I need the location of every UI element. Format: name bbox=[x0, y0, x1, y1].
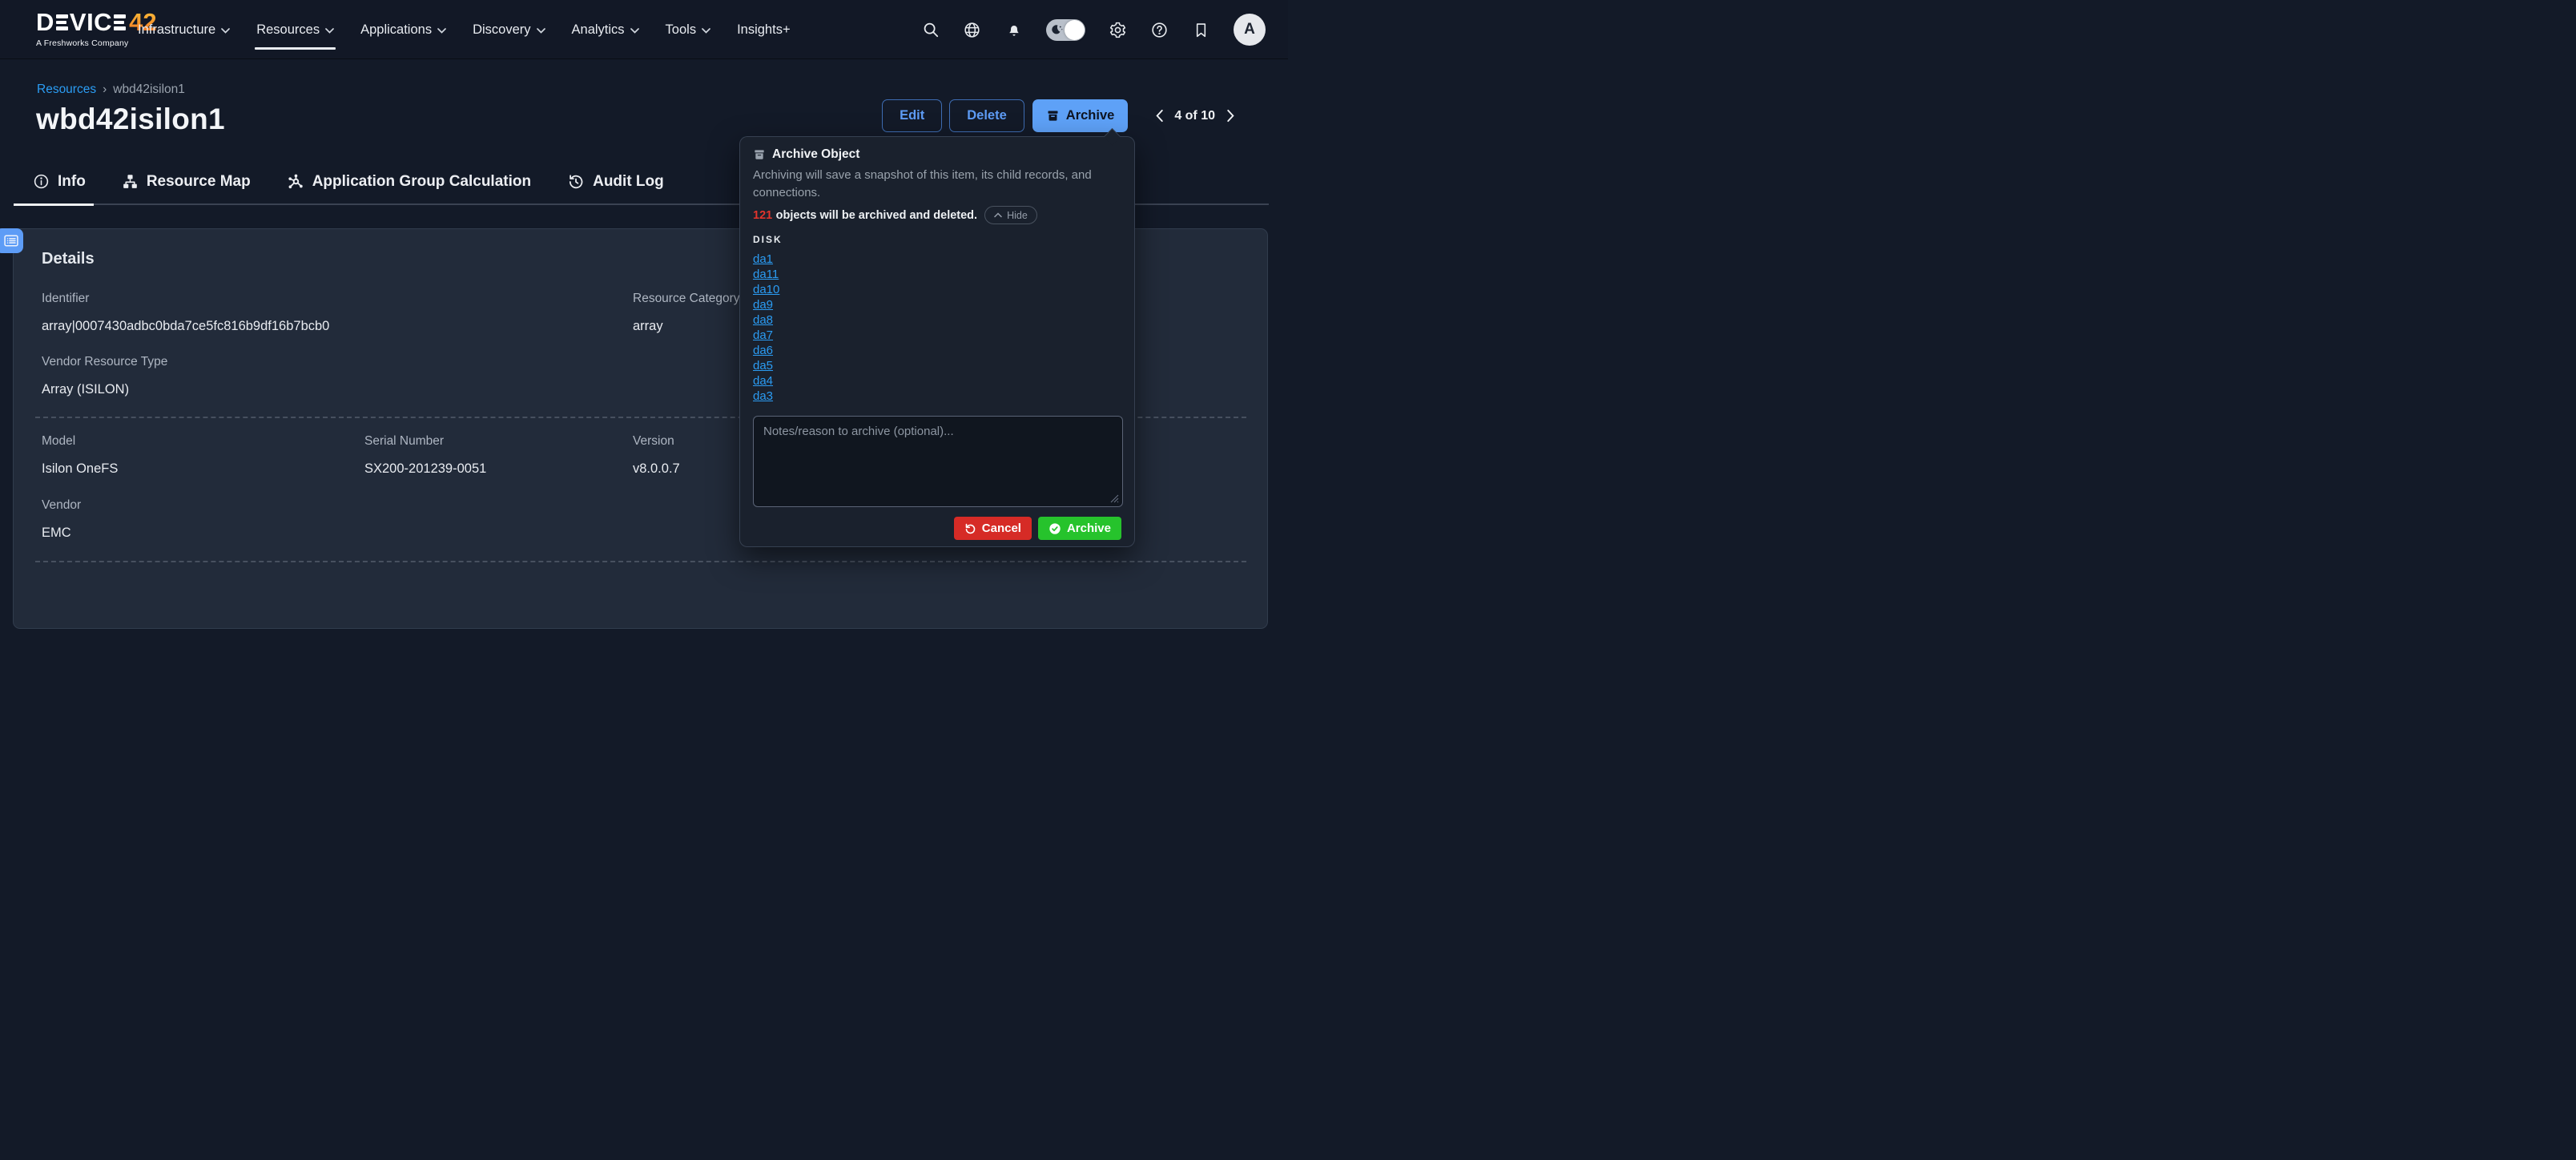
field-label: Vendor Resource Type bbox=[42, 355, 167, 369]
disk-link[interactable]: da4 bbox=[753, 373, 773, 389]
popup-description: Archiving will save a snapshot of this i… bbox=[753, 167, 1123, 201]
settings-gear-icon[interactable] bbox=[1109, 21, 1127, 39]
popup-title: Archive Object bbox=[772, 147, 859, 162]
archive-count-message: objects will be archived and deleted. bbox=[776, 209, 977, 222]
user-avatar[interactable]: A bbox=[1234, 14, 1266, 46]
section-divider bbox=[35, 561, 1246, 562]
pagination-next-icon[interactable] bbox=[1223, 109, 1238, 123]
field-label: Model bbox=[42, 434, 75, 449]
nav-item-applications[interactable]: Applications bbox=[360, 0, 446, 59]
archive-popup: Archive Object Archiving will save a sna… bbox=[739, 136, 1135, 547]
page-actions: Edit Delete Archive 4 of 10 bbox=[875, 99, 1238, 132]
popup-footer: Cancel Archive bbox=[954, 517, 1121, 540]
tab-resource-map[interactable]: Resource Map bbox=[122, 173, 251, 191]
check-circle-icon bbox=[1049, 522, 1061, 535]
nav-item-discovery[interactable]: Discovery bbox=[473, 0, 545, 59]
disk-link-list: da1da11da10da9da8da7da6da5da4da3 bbox=[753, 252, 993, 401]
pagination-status: 4 of 10 bbox=[1174, 109, 1215, 123]
disk-section-label: DISK bbox=[753, 234, 783, 245]
tab-audit-log[interactable]: Audit Log bbox=[567, 173, 664, 191]
hide-button[interactable]: Hide bbox=[984, 206, 1037, 224]
popup-count-row: 121 objects will be archived and deleted… bbox=[753, 206, 1037, 224]
field-value: Array (ISILON) bbox=[42, 382, 129, 397]
undo-icon bbox=[964, 522, 976, 534]
nav-item-resources[interactable]: Resources bbox=[256, 0, 334, 59]
topbar-icon-cluster: A bbox=[921, 0, 1266, 59]
breadcrumb: Resources › wbd42isilon1 bbox=[37, 83, 185, 97]
field-label: Vendor bbox=[42, 498, 81, 513]
archive-box-icon bbox=[753, 148, 766, 161]
dark-mode-toggle[interactable] bbox=[1046, 19, 1085, 41]
field-label: Resource Category bbox=[633, 292, 740, 306]
field-label: Identifier bbox=[42, 292, 89, 306]
details-heading: Details bbox=[42, 250, 95, 268]
notifications-bell-icon[interactable] bbox=[1004, 21, 1023, 39]
globe-icon[interactable] bbox=[963, 21, 981, 39]
chevron-down-icon bbox=[702, 28, 710, 34]
info-icon bbox=[33, 173, 50, 190]
field-value: array|0007430adbc0bda7ce5fc816b9df16b7bc… bbox=[42, 319, 329, 334]
field-value: Isilon OneFS bbox=[42, 461, 118, 477]
archive-count: 121 bbox=[753, 209, 772, 222]
disk-link[interactable]: da1 bbox=[753, 252, 773, 267]
bookmark-icon[interactable] bbox=[1192, 21, 1210, 39]
disk-link[interactable]: da8 bbox=[753, 312, 773, 328]
active-tab-underline bbox=[14, 203, 94, 206]
field-value: array bbox=[633, 319, 663, 334]
field-value: v8.0.0.7 bbox=[633, 461, 680, 477]
archive-notes-input[interactable] bbox=[753, 416, 1123, 507]
archive-button[interactable]: Archive bbox=[1032, 99, 1129, 132]
disk-link[interactable]: da5 bbox=[753, 358, 773, 373]
application-group-icon bbox=[287, 173, 304, 191]
chevron-down-icon bbox=[537, 28, 545, 34]
field-label: Serial Number bbox=[364, 434, 444, 449]
disk-link[interactable]: da10 bbox=[753, 282, 779, 297]
page-title: wbd42isilon1 bbox=[36, 103, 225, 136]
nav-item-analytics[interactable]: Analytics bbox=[572, 0, 639, 59]
edit-button[interactable]: Edit bbox=[882, 99, 942, 132]
archive-box-icon bbox=[1046, 109, 1060, 123]
side-panel-toggle[interactable] bbox=[0, 228, 23, 253]
help-icon[interactable] bbox=[1150, 21, 1169, 39]
chevron-down-icon bbox=[437, 28, 446, 34]
chevron-up-icon bbox=[994, 212, 1002, 218]
field-label: Version bbox=[633, 434, 674, 449]
tab-info[interactable]: Info bbox=[33, 173, 86, 191]
logo-e-glyph bbox=[114, 13, 126, 32]
field-value: EMC bbox=[42, 526, 71, 541]
breadcrumb-current: wbd42isilon1 bbox=[113, 83, 185, 97]
breadcrumb-resources-link[interactable]: Resources bbox=[37, 83, 96, 97]
nav-item-insights-[interactable]: Insights+ bbox=[737, 0, 791, 59]
popup-header: Archive Object bbox=[753, 147, 859, 162]
confirm-archive-button[interactable]: Archive bbox=[1038, 517, 1121, 540]
nav-item-tools[interactable]: Tools bbox=[666, 0, 711, 59]
search-icon[interactable] bbox=[921, 21, 940, 39]
chevron-down-icon bbox=[630, 28, 639, 34]
chevron-down-icon bbox=[325, 28, 334, 34]
pagination-prev-icon[interactable] bbox=[1152, 109, 1166, 123]
field-value: SX200-201239-0051 bbox=[364, 461, 486, 477]
sitemap-icon bbox=[122, 173, 139, 190]
toggle-knob bbox=[1065, 20, 1085, 40]
disk-link[interactable]: da3 bbox=[753, 389, 773, 401]
disk-link[interactable]: da11 bbox=[753, 267, 779, 282]
logo-e-glyph bbox=[56, 13, 68, 32]
audit-history-icon bbox=[567, 173, 585, 191]
chevron-down-icon bbox=[221, 28, 230, 34]
cancel-button[interactable]: Cancel bbox=[954, 517, 1032, 540]
top-navbar: D VIC 42 A Freshworks Company Infrastruc… bbox=[0, 0, 1288, 59]
device42-resource-page: D VIC 42 A Freshworks Company Infrastruc… bbox=[0, 0, 1288, 580]
disk-link[interactable]: da7 bbox=[753, 328, 773, 343]
nav-item-infrastructure[interactable]: Infrastructure bbox=[138, 0, 230, 59]
list-panel-icon bbox=[3, 234, 19, 248]
tab-application-group-calculation[interactable]: Application Group Calculation bbox=[287, 173, 531, 191]
disk-link[interactable]: da6 bbox=[753, 343, 773, 358]
main-nav-menu: Infrastructure Resources Applications Disco… bbox=[138, 0, 791, 59]
delete-button[interactable]: Delete bbox=[949, 99, 1024, 132]
breadcrumb-separator: › bbox=[103, 83, 107, 97]
record-pagination: 4 of 10 bbox=[1152, 109, 1238, 123]
disk-link[interactable]: da9 bbox=[753, 297, 773, 312]
